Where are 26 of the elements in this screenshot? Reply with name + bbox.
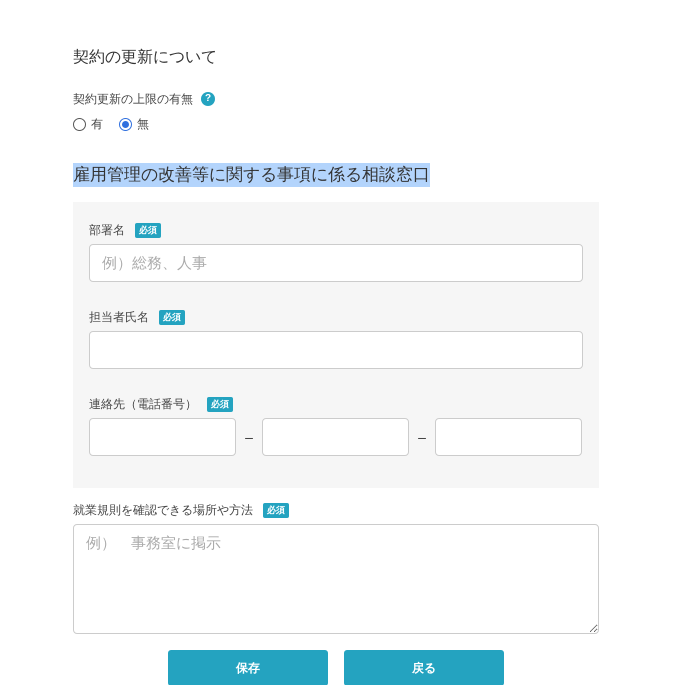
field-label: 担当者氏名 [89,309,149,326]
dash-separator: – [417,428,427,446]
radio-button[interactable] [119,118,132,130]
field-label: 契約更新の上限の有無 [73,91,193,108]
required-badge: 必須 [207,396,233,412]
action-button[interactable]: 戻る [344,650,504,685]
required-badge: 必須 [135,222,161,238]
input-field[interactable] [435,418,582,456]
radio-label: 無 [137,116,149,133]
input-field[interactable] [89,331,583,369]
help-icon[interactable]: ? [201,92,215,106]
field-label: 部署名 [89,222,125,239]
required-badge: 必須 [263,502,289,518]
dash-separator: – [244,428,254,446]
radio-label: 有 [91,116,103,133]
section-title: 契約の更新について [73,48,217,68]
required-badge: 必須 [159,310,185,324]
input-field[interactable] [262,418,409,456]
input-field[interactable] [89,418,236,456]
radio-button[interactable] [73,118,86,130]
input-field[interactable]: 例）総務、人事 [89,244,583,282]
field-label: 連絡先（電話番号） [89,396,197,413]
text-area[interactable]: 例） 事務室に掲示 [73,524,599,634]
section-heading: 雇用管理の改善等に関する事項に係る相談窓口 [73,163,430,187]
action-button[interactable]: 保存 [168,650,328,685]
field-label: 就業規則を確認できる場所や方法 [73,502,253,519]
